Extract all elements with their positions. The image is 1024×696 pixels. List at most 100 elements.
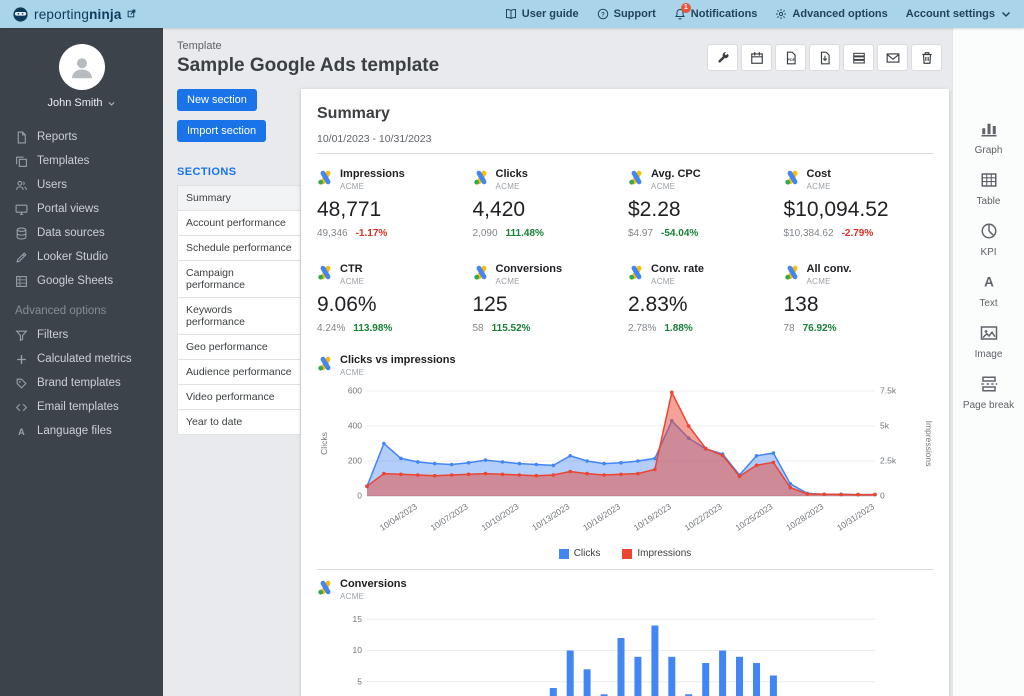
kpi-previous-value: $4.97 <box>628 228 653 239</box>
chart-brand: ACME <box>340 592 407 601</box>
data-sources-button[interactable] <box>843 44 874 71</box>
kpi-card-cost[interactable]: CostACME $10,094.52 $10,384.62-2.79% <box>784 168 934 239</box>
widget-page-break[interactable]: Page break <box>953 375 1024 411</box>
google-ads-icon <box>317 579 334 596</box>
gauge-icon <box>980 222 998 240</box>
import-section-button[interactable]: Import section <box>177 120 266 142</box>
table-icon <box>980 171 998 189</box>
kpi-previous-value: 78 <box>784 323 795 334</box>
report-date-range[interactable]: 10/01/2023 - 10/31/2023 <box>317 133 933 145</box>
copy-icon <box>15 155 28 168</box>
sidebar-advanced-menu: Filters Calculated metrics Brand templat… <box>0 323 163 443</box>
sidebar-item-email-templates[interactable]: Email templates <box>0 395 163 419</box>
kpi-value: $2.28 <box>628 198 778 222</box>
question-icon <box>597 8 609 20</box>
kpi-previous-value: $10,384.62 <box>784 228 834 239</box>
delete-button[interactable] <box>911 44 942 71</box>
brand-logo[interactable]: reportingninja <box>12 6 136 23</box>
svg-text:10/13/2023: 10/13/2023 <box>530 501 571 533</box>
kpi-card-conversions[interactable]: ConversionsACME 125 58115.52% <box>473 263 623 334</box>
advanced-options-label: Advanced options <box>792 8 887 20</box>
widget-image[interactable]: Image <box>953 324 1024 360</box>
svg-text:10/10/2023: 10/10/2023 <box>479 501 520 533</box>
image-icon <box>980 324 998 342</box>
google-ads-icon <box>317 264 334 281</box>
section-item-account-performance[interactable]: Account performance <box>177 210 301 236</box>
google-ads-icon <box>784 169 801 186</box>
section-item-audience-performance[interactable]: Audience performance <box>177 359 301 385</box>
code-icon <box>15 401 28 414</box>
sidebar-item-brand-templates[interactable]: Brand templates <box>0 371 163 395</box>
sections-list: Summary Account performance Schedule per… <box>177 185 301 435</box>
kpi-card-avg-cpc[interactable]: Avg. CPCACME $2.28 $4.97-54.04% <box>628 168 778 239</box>
clicks-vs-impressions-chart-block[interactable]: Clicks vs impressions ACME 020040060002.… <box>317 354 933 559</box>
widget-text[interactable]: Text <box>953 273 1024 309</box>
gear-icon <box>775 8 787 20</box>
kpi-card-conv-rate[interactable]: Conv. rateACME 2.83% 2.78%1.88% <box>628 263 778 334</box>
widget-graph[interactable]: Graph <box>953 120 1024 156</box>
advanced-options-link[interactable]: Advanced options <box>775 8 887 20</box>
profile: John Smith <box>0 28 163 111</box>
download-file-button[interactable] <box>809 44 840 71</box>
user-menu[interactable]: John Smith <box>47 97 115 109</box>
sidebar-item-users[interactable]: Users <box>0 173 163 197</box>
kpi-delta: 115.52% <box>492 323 531 334</box>
widget-table[interactable]: Table <box>953 171 1024 207</box>
kpi-delta: 113.98% <box>353 323 392 334</box>
section-item-campaign-performance[interactable]: Campaign performance <box>177 260 301 298</box>
schedule-button[interactable] <box>741 44 772 71</box>
account-settings-link[interactable]: Account settings <box>906 8 1012 20</box>
pen-icon <box>15 251 28 264</box>
kpi-card-all-conv[interactable]: All conv.ACME 138 7876.92% <box>784 263 934 334</box>
bell-icon: 1 <box>674 8 686 20</box>
kpi-card-impressions[interactable]: ImpressionsACME 48,771 49,346-1.17% <box>317 168 467 239</box>
widget-rail: Graph Table KPI Text Image Page break <box>952 28 1024 696</box>
sidebar-item-templates[interactable]: Templates <box>0 149 163 173</box>
widget-kpi[interactable]: KPI <box>953 222 1024 258</box>
google-ads-icon <box>628 169 645 186</box>
sidebar-item-looker-studio[interactable]: Looker Studio <box>0 245 163 269</box>
google-ads-icon <box>784 264 801 281</box>
user-guide-label: User guide <box>522 8 579 20</box>
email-button[interactable] <box>877 44 908 71</box>
sidebar-item-filters[interactable]: Filters <box>0 323 163 347</box>
report-canvas: Summary 10/01/2023 - 10/31/2023 Impressi… <box>301 89 949 696</box>
sidebar-item-portal-views[interactable]: Portal views <box>0 197 163 221</box>
kpi-card-ctr[interactable]: CTRACME 9.06% 4.24%113.98% <box>317 263 467 334</box>
avatar[interactable] <box>59 44 105 90</box>
ninja-logo-icon <box>12 6 29 23</box>
notifications-label: Notifications <box>691 8 758 20</box>
envelope-icon <box>886 51 900 65</box>
svg-text:400: 400 <box>348 421 362 431</box>
svg-text:10/22/2023: 10/22/2023 <box>683 501 724 533</box>
letter-a-icon <box>15 425 28 438</box>
section-item-geo-performance[interactable]: Geo performance <box>177 334 301 360</box>
chevron-down-icon <box>107 99 116 108</box>
report-section-title: Summary <box>317 105 933 123</box>
section-item-year-to-date[interactable]: Year to date <box>177 409 301 435</box>
google-ads-icon <box>317 355 334 372</box>
section-item-schedule-performance[interactable]: Schedule performance <box>177 235 301 261</box>
kpi-value: 48,771 <box>317 198 467 222</box>
section-item-keywords-performance[interactable]: Keywords performance <box>177 297 301 335</box>
notifications-link[interactable]: 1 Notifications <box>674 8 758 20</box>
settings-button[interactable] <box>707 44 738 71</box>
user-guide-link[interactable]: User guide <box>505 8 579 20</box>
sidebar-item-language-files[interactable]: Language files <box>0 419 163 443</box>
support-link[interactable]: Support <box>597 8 656 20</box>
sidebar-item-google-sheets[interactable]: Google Sheets <box>0 269 163 293</box>
toolbar <box>707 44 942 71</box>
sidebar-item-calculated-metrics[interactable]: Calculated metrics <box>0 347 163 371</box>
kpi-card-clicks[interactable]: ClicksACME 4,420 2,090111.48% <box>473 168 623 239</box>
export-pdf-button[interactable] <box>775 44 806 71</box>
conversions-chart-block[interactable]: Conversions ACME 15105 <box>317 578 933 696</box>
sidebar-item-reports[interactable]: Reports <box>0 125 163 149</box>
main-content: Template Sample Google Ads template New … <box>163 28 952 696</box>
sidebar-item-data-sources[interactable]: Data sources <box>0 221 163 245</box>
svg-text:0: 0 <box>880 491 885 501</box>
chart-legend: Clicks Impressions <box>317 548 933 559</box>
new-section-button[interactable]: New section <box>177 89 257 111</box>
section-item-video-performance[interactable]: Video performance <box>177 384 301 410</box>
section-item-summary[interactable]: Summary <box>177 185 301 211</box>
kpi-delta: -54.04% <box>661 228 698 239</box>
